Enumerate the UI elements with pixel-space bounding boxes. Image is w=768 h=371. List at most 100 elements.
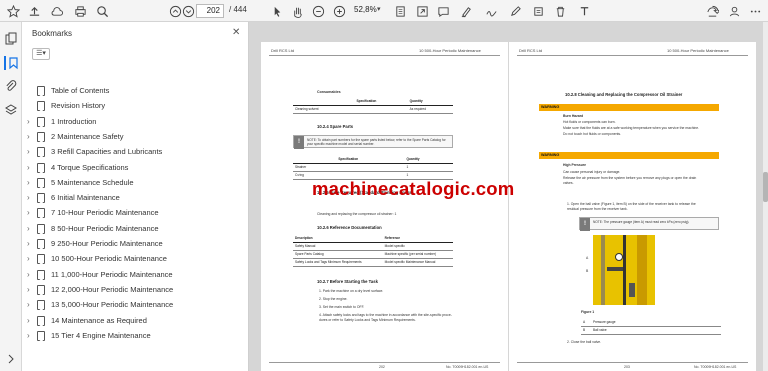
stamp-icon[interactable] (531, 4, 545, 18)
page-number: 203 (624, 365, 630, 369)
pressure-note: ! NOTE: The pressure gauge (item A) must… (579, 217, 719, 231)
step-line: residual pressure from the receiver tank… (567, 207, 628, 211)
chevron-right-icon[interactable]: › (27, 208, 30, 217)
bookmark-item[interactable]: › 1 Introduction (22, 115, 249, 130)
info-icon: ! (294, 136, 304, 149)
bookmark-item[interactable]: › 2 Maintenance Safety (22, 130, 249, 145)
draw-icon[interactable] (508, 4, 522, 18)
bookmark-label: 11 1,000-Hour Periodic Maintenance (51, 269, 173, 279)
bookmark-icon (37, 193, 45, 204)
page-number-input[interactable]: 202 (196, 4, 224, 18)
bookmark-item[interactable]: › 6 Initial Maintenance (22, 191, 249, 206)
print-icon[interactable] (73, 4, 87, 18)
chevron-right-icon[interactable]: › (27, 285, 30, 294)
step-line: 2. Stop the engine. (319, 297, 348, 301)
bookmark-item[interactable]: › 15 Tier 4 Engine Maintenance (22, 329, 249, 344)
page-header-left: Drill RCS Ltd (271, 48, 295, 53)
bookmark-icon (37, 330, 45, 341)
cursor-icon[interactable] (270, 4, 284, 18)
bookmark-label: 8 50-Hour Periodic Maintenance (51, 223, 159, 233)
chevron-right-icon[interactable]: › (27, 239, 30, 248)
warning-line: Can cause personal injury or damage. (563, 170, 621, 174)
time-required-text: Cleaning and replacing the compressor oi… (317, 212, 397, 216)
page-thumbnails-icon[interactable] (4, 32, 18, 46)
chevron-right-icon[interactable]: › (27, 316, 30, 325)
warning-line: Hot fluids or components can burn. (563, 120, 616, 124)
bookmark-item[interactable]: › 14 Maintenance as Required (22, 314, 249, 329)
bookmark-item[interactable]: Revision History (22, 99, 249, 114)
step-line: 1. Park the machine on a dry level surfa… (319, 289, 384, 293)
chevron-right-icon[interactable]: › (27, 270, 30, 279)
zoom-out-icon[interactable] (311, 4, 325, 18)
bookmark-item[interactable]: › 3 Refill Capacities and Lubricants (22, 145, 249, 160)
star-icon[interactable] (6, 4, 20, 18)
chevron-right-icon[interactable]: › (27, 254, 30, 263)
bookmark-label: 14 Maintenance as Required (51, 315, 147, 325)
zoom-in-icon[interactable] (332, 4, 346, 18)
bookmark-icon[interactable] (4, 56, 18, 70)
burn-hazard-title: Burn Hazard (563, 114, 584, 118)
more-icon[interactable] (748, 4, 762, 18)
rotate-icon[interactable] (415, 4, 429, 18)
bookmark-item[interactable]: › 5 Maintenance Schedule (22, 176, 249, 191)
bookmark-item[interactable]: › 13 5,000-Hour Periodic Maintenance (22, 298, 249, 313)
options-menu-button[interactable]: ☰▾ (32, 48, 50, 60)
bookmark-item[interactable]: › 4 Torque Specifications (22, 161, 249, 176)
bookmark-icon (37, 300, 45, 311)
bookmark-label: 6 Initial Maintenance (51, 193, 120, 203)
bookmark-item[interactable]: › 12 2,000-Hour Periodic Maintenance (22, 283, 249, 298)
chevron-down-icon[interactable]: ▾ (377, 5, 381, 13)
highlight-icon[interactable] (459, 4, 473, 18)
layers-icon[interactable] (4, 103, 18, 117)
cloud-icon[interactable] (49, 4, 63, 18)
chevron-right-icon[interactable]: › (27, 193, 30, 202)
vertical-scrollbar[interactable] (763, 22, 768, 371)
consumables-table: Specification Quantity Cleaning solvent As… (293, 97, 453, 114)
bookmark-item[interactable]: Table of Contents (22, 84, 249, 99)
search-icon[interactable] (95, 4, 109, 18)
bookmark-label: 10 500-Hour Periodic Maintenance (51, 254, 167, 264)
chevron-right-icon[interactable]: › (27, 300, 30, 309)
comment-icon[interactable] (436, 4, 450, 18)
chevron-right-icon[interactable]: › (27, 331, 30, 340)
bookmark-icon (37, 86, 45, 96)
chevron-right-icon[interactable]: › (27, 132, 30, 141)
zoom-level[interactable]: 52,8% (354, 5, 377, 14)
panel-title: Bookmarks (32, 29, 73, 38)
page-right: Drill RCS Ltd 10 500-Hour Periodic Maint… (509, 42, 756, 371)
chevron-right-icon[interactable]: › (27, 163, 30, 172)
delete-icon[interactable] (553, 4, 567, 18)
upload-icon[interactable] (27, 4, 41, 18)
page-up-icon[interactable] (168, 4, 182, 18)
text-edit-icon[interactable] (577, 4, 591, 18)
doc-number: No. T0009H182.001 en-US (446, 365, 489, 369)
chevron-right-icon[interactable]: › (27, 117, 30, 126)
bookmark-icon (37, 208, 45, 219)
chevron-right-icon[interactable]: › (27, 147, 30, 156)
chevron-right-icon[interactable]: › (27, 178, 30, 187)
bookmark-item[interactable]: › 8 50-Hour Periodic Maintenance (22, 222, 249, 237)
navigation-strip (0, 22, 22, 371)
chevron-right-icon[interactable] (4, 352, 18, 366)
attachment-icon[interactable] (4, 79, 18, 93)
page-down-icon[interactable] (181, 4, 195, 18)
bookmark-icon (37, 223, 45, 234)
bookmark-item[interactable]: › 7 10-Hour Periodic Maintenance (22, 206, 249, 221)
close-icon[interactable]: ✕ (232, 27, 240, 38)
bookmark-item[interactable]: › 11 1,000-Hour Periodic Maintenance (22, 268, 249, 283)
before-starting-title: 10.2.7 Before Starting the Task (317, 279, 378, 284)
bookmark-item[interactable]: › 9 250-Hour Periodic Maintenance (22, 237, 249, 252)
bookmark-icon (37, 284, 45, 295)
page-header-right: 10 500-Hour Periodic Maintenance (419, 48, 481, 53)
footer-divider (517, 362, 748, 363)
bookmark-label: 13 5,000-Hour Periodic Maintenance (51, 300, 174, 310)
sign-icon[interactable] (484, 4, 498, 18)
share-icon[interactable] (705, 4, 719, 18)
user-icon[interactable] (727, 4, 741, 18)
page-fit-icon[interactable] (393, 4, 407, 18)
bookmark-label: 9 250-Hour Periodic Maintenance (51, 239, 163, 248)
bookmark-item[interactable]: › 10 500-Hour Periodic Maintenance (22, 252, 249, 267)
scroll-thumb[interactable] (763, 172, 768, 202)
hand-icon[interactable] (290, 4, 304, 18)
chevron-right-icon[interactable]: › (27, 224, 30, 233)
